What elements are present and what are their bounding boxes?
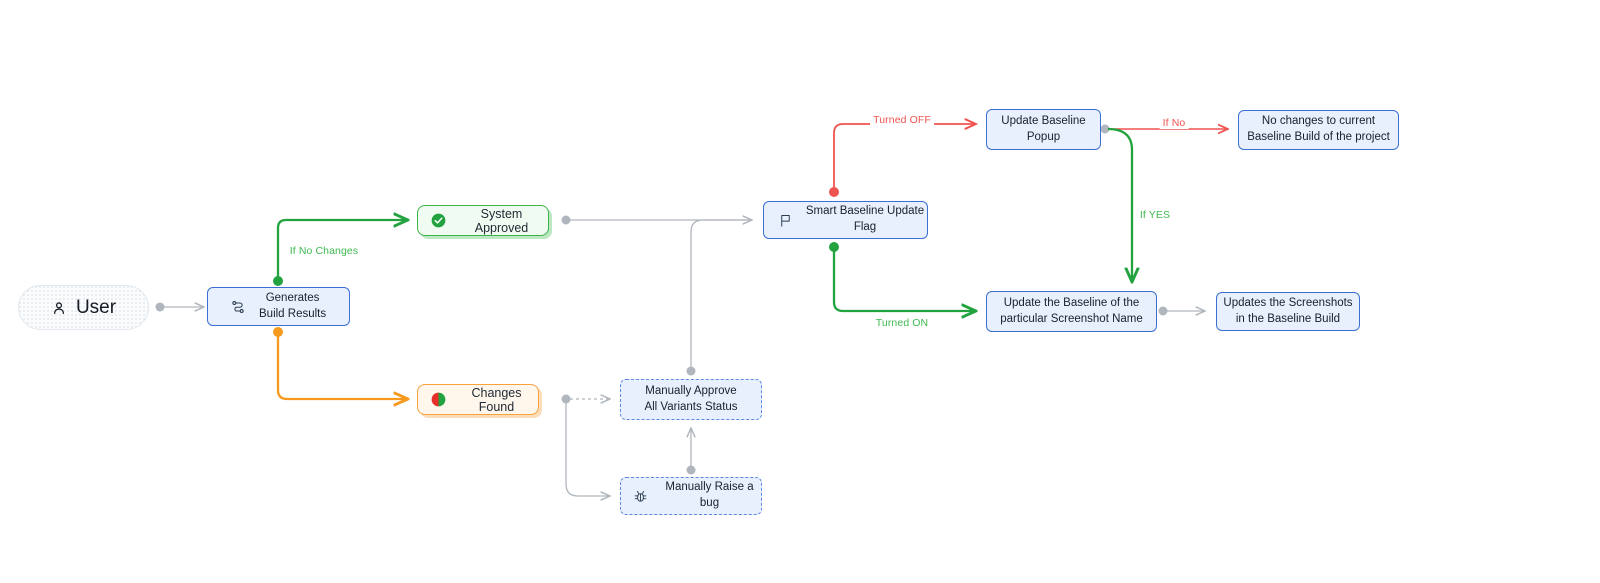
user-icon: [51, 300, 67, 316]
node-user-label: User: [75, 296, 117, 318]
edge-raise-bug-to-manually-approve: [687, 428, 696, 475]
edge-user-to-generates: [155, 303, 205, 312]
node-system-approved-label: System Approved: [474, 206, 529, 235]
edge-update-baseline-to-updates-screenshots: [1158, 307, 1206, 316]
flag-icon: [778, 213, 793, 228]
node-manually-raise-bug-label: Manually Raise a bug: [665, 481, 754, 509]
node-generates-build-results[interactable]: Generates Build Results: [207, 287, 350, 326]
check-circle-icon: [431, 213, 446, 228]
node-manually-approve[interactable]: Manually Approve All Variants Status: [620, 379, 762, 420]
node-updates-screenshots-label: Updates the Screenshots in the Baseline …: [1223, 296, 1353, 325]
workflow-route-icon: [230, 299, 246, 315]
node-updates-screenshots[interactable]: Updates the Screenshots in the Baseline …: [1216, 292, 1360, 331]
node-changes-found[interactable]: Changes Found: [417, 384, 539, 415]
node-system-approved[interactable]: System Approved: [417, 205, 549, 236]
edge-manually-approve-to-flag: [686, 219, 752, 376]
node-update-the-baseline-label: Update the Baseline of the particular Sc…: [1000, 296, 1143, 325]
edge-label-turned-on: Turned ON: [872, 317, 932, 329]
edge-changes-found-to-manually-approve: [561, 395, 611, 404]
edge-label-if-yes: If YES: [1136, 209, 1174, 221]
node-manually-approve-label: Manually Approve All Variants Status: [644, 384, 738, 413]
node-manually-raise-bug[interactable]: Manually Raise a bug: [620, 477, 762, 515]
edge-changes-found-to-raise-bug: [565, 399, 610, 496]
node-smart-baseline-update-flag[interactable]: Smart Baseline Update Flag: [763, 201, 928, 239]
edge-label-if-no-changes: If No Changes: [286, 245, 362, 257]
edge-popup-if-yes: [1107, 127, 1132, 282]
edge-flag-turned-off: [829, 124, 976, 197]
half-red-green-circle-icon: [431, 392, 446, 407]
edge-label-if-no: If No: [1159, 117, 1189, 129]
node-no-changes[interactable]: No changes to current Baseline Build of …: [1238, 110, 1399, 150]
node-update-the-baseline[interactable]: Update the Baseline of the particular Sc…: [986, 291, 1157, 332]
node-changes-found-label: Changes Found: [471, 385, 522, 414]
bug-icon: [633, 489, 648, 504]
edge-label-turned-off: Turned OFF: [870, 114, 934, 126]
edge-flag-turned-on: [829, 242, 976, 311]
edge-system-approved-to-flag: [561, 216, 753, 225]
node-update-baseline-popup-label: Update Baseline Popup: [1001, 114, 1086, 143]
flowchart-canvas: If No Changes Turned OFF Turned ON If No…: [0, 0, 1600, 583]
node-user[interactable]: User: [18, 285, 149, 330]
edge-generates-to-changes-found: [273, 327, 408, 399]
node-generates-build-results-label: Generates Build Results: [259, 291, 327, 320]
node-no-changes-label: No changes to current Baseline Build of …: [1247, 115, 1390, 143]
node-smart-baseline-update-flag-label: Smart Baseline Update Flag: [805, 205, 925, 233]
node-update-baseline-popup[interactable]: Update Baseline Popup: [986, 109, 1101, 150]
